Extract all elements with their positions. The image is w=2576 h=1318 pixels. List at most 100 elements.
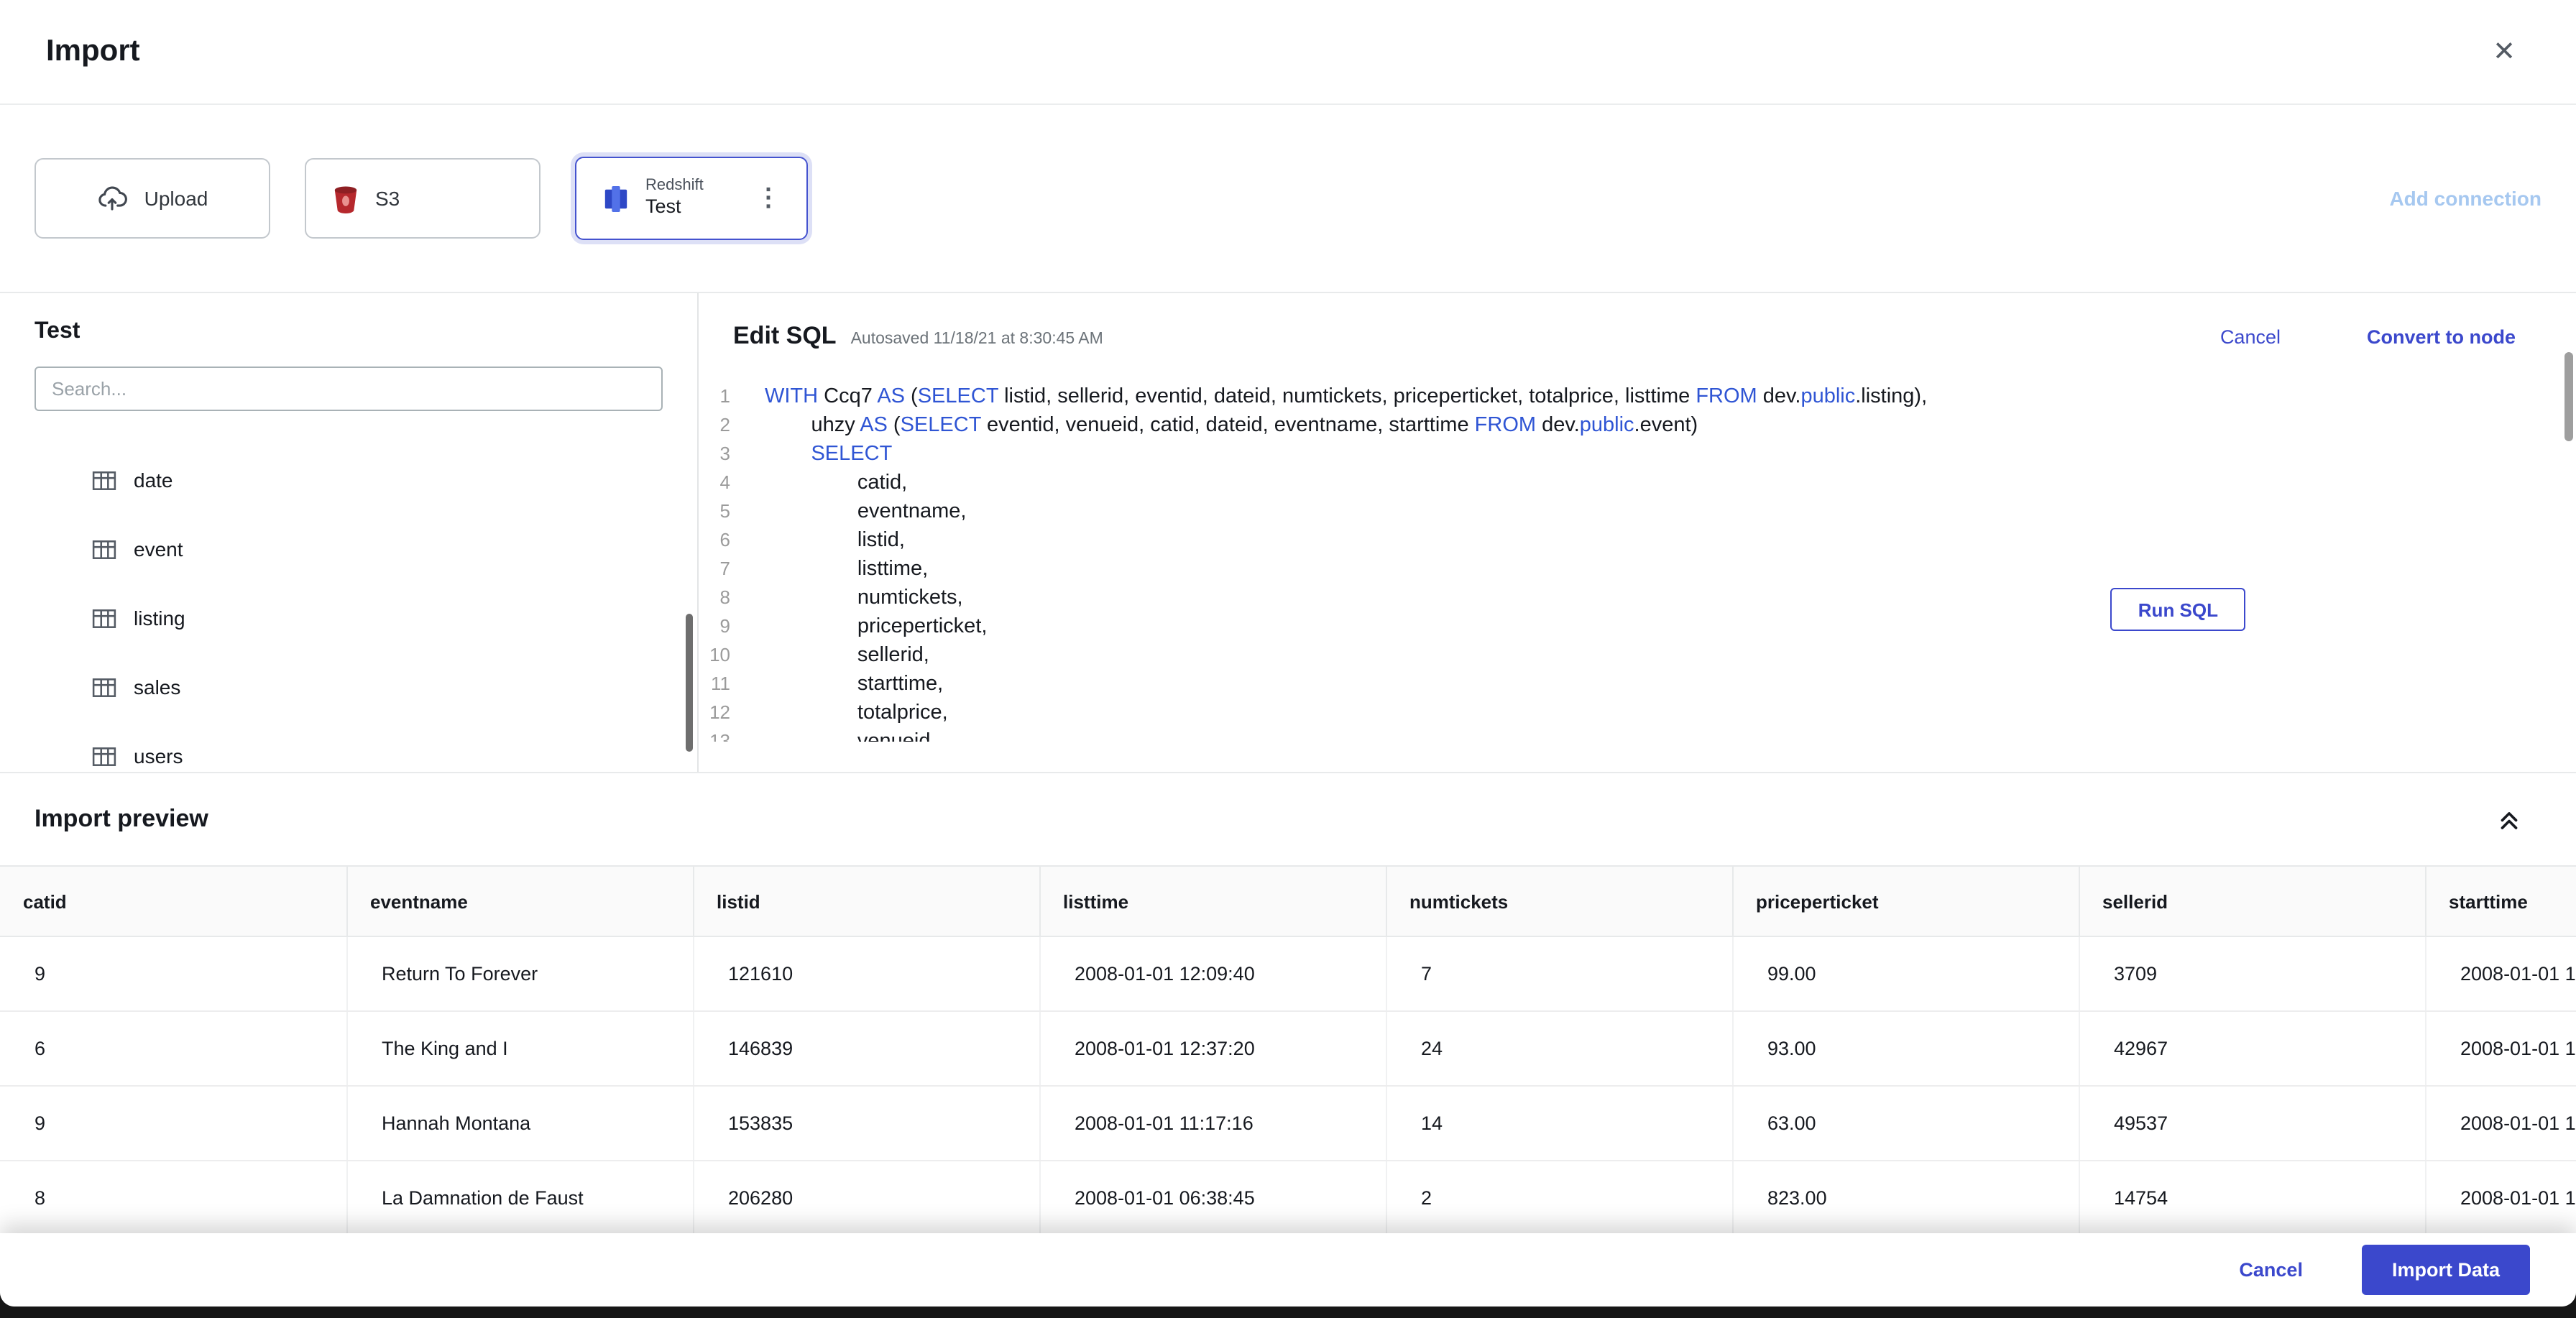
- line-number: 2: [719, 414, 730, 436]
- code-line[interactable]: catid,: [765, 469, 2576, 497]
- line-number: 5: [719, 500, 730, 522]
- code-line[interactable]: priceperticket,: [765, 612, 2576, 641]
- modal-header: Import ✕: [0, 0, 2576, 105]
- sql-cancel-link[interactable]: Cancel: [2220, 326, 2281, 348]
- tables-list: date event listing sales users: [0, 446, 697, 772]
- table-cell: 63.00: [1732, 1086, 2079, 1161]
- table-cell: 14: [1386, 1086, 1733, 1161]
- redshift-tile-text: Redshift Test: [645, 176, 704, 220]
- redshift-tile-name: Test: [645, 195, 681, 218]
- line-number: 8: [719, 586, 730, 608]
- table-cell: 49537: [2079, 1086, 2426, 1161]
- header-row: catid eventname listid listtime numtickets pr…: [0, 865, 2576, 937]
- code-line[interactable]: eventname,: [765, 497, 2576, 526]
- code-line[interactable]: venueid,: [765, 727, 2576, 742]
- code-line[interactable]: totalprice,: [765, 699, 2576, 727]
- column-header-listtime: listtime: [1039, 865, 1386, 937]
- sql-title: Edit SQL: [733, 322, 837, 349]
- table-cell: 2008-01-01 1: [2425, 1161, 2576, 1236]
- cancel-button[interactable]: Cancel: [2239, 1259, 2303, 1281]
- table-item-users[interactable]: users: [0, 722, 697, 772]
- table-cell: 3709: [2079, 936, 2426, 1012]
- sql-code-editor[interactable]: 1 2 3 4 5 6 7 8 9 10 11 12 13 WITH Ccq7 AS (SELECT l…: [699, 382, 2576, 742]
- table-name: users: [134, 745, 183, 768]
- search-input[interactable]: [34, 367, 663, 411]
- table-item-date[interactable]: date: [0, 446, 697, 515]
- preview-header: Import preview: [0, 773, 2576, 865]
- table-icon: [92, 468, 116, 492]
- redshift-icon: [602, 183, 630, 213]
- redshift-tile[interactable]: Redshift Test ⋮: [575, 157, 808, 240]
- line-number: 6: [719, 529, 730, 550]
- table-row: 9 Return To Forever 121610 2008-01-01 12:09…: [0, 936, 2576, 1012]
- table-item-event[interactable]: event: [0, 515, 697, 584]
- code-line[interactable]: listid,: [765, 526, 2576, 555]
- line-number: 10: [709, 644, 730, 665]
- editor-gutter: 1 2 3 4 5 6 7 8 9 10 11 12 13: [699, 382, 742, 742]
- modal-scrollbar[interactable]: [2564, 352, 2573, 441]
- run-sql-button[interactable]: Run SQL: [2110, 588, 2245, 631]
- table-cell: 99.00: [1732, 936, 2079, 1012]
- line-number: 12: [709, 701, 730, 723]
- preview-table-head: catid eventname listid listtime numtickets pr…: [0, 865, 2576, 937]
- modal-footer: Cancel Import Data: [0, 1233, 2576, 1307]
- line-number: 1: [719, 385, 730, 407]
- connection-name-title: Test: [34, 319, 80, 344]
- table-cell: 146839: [693, 1011, 1040, 1087]
- table-item-sales[interactable]: sales: [0, 653, 697, 722]
- table-name: sales: [134, 676, 181, 699]
- s3-tile[interactable]: S3: [305, 158, 540, 239]
- table-cell: 7: [1386, 936, 1733, 1012]
- code-line[interactable]: SELECT: [765, 440, 2576, 469]
- table-item-listing[interactable]: listing: [0, 584, 697, 653]
- table-icon: [92, 606, 116, 630]
- import-preview-section: Import preview catid eventname listid listt…: [0, 773, 2576, 1307]
- column-header-numtickets: numtickets: [1385, 865, 1733, 937]
- search-wrap: [0, 345, 697, 411]
- table-cell: 24: [1386, 1011, 1733, 1087]
- line-number: 4: [719, 471, 730, 493]
- code-line[interactable]: listtime,: [765, 555, 2576, 584]
- table-cell: 2008-01-01 1: [2425, 1086, 2576, 1161]
- code-line[interactable]: WITH Ccq7 AS (SELECT listid, sellerid, e…: [765, 382, 2576, 411]
- kebab-menu-icon[interactable]: ⋮: [736, 184, 781, 213]
- code-line[interactable]: uhzy AS (SELECT eventid, venueid, catid,…: [765, 411, 2576, 440]
- main-split: Test date event listing sales users Edit SQL…: [0, 293, 2576, 773]
- table-browser-panel: Test date event listing sales users: [0, 293, 699, 772]
- code-line[interactable]: sellerid,: [765, 641, 2576, 670]
- table-cell: 121610: [693, 936, 1040, 1012]
- editor-code[interactable]: WITH Ccq7 AS (SELECT listid, sellerid, e…: [742, 382, 2576, 742]
- column-header-sellerid: sellerid: [2078, 865, 2426, 937]
- table-cell: 2008-01-01 1: [2425, 936, 2576, 1012]
- modal: Import ✕ Upload S3 Redshift Test ⋮ Add c…: [0, 0, 2576, 1307]
- code-line[interactable]: numtickets,: [765, 584, 2576, 612]
- preview-table-body: 9 Return To Forever 121610 2008-01-01 12:09…: [0, 936, 2576, 1236]
- collapse-section-icon[interactable]: [2497, 807, 2521, 831]
- table-cell: 2008-01-01 12:09:40: [1039, 936, 1386, 1012]
- table-cell: 42967: [2079, 1011, 2426, 1087]
- table-row: 8 La Damnation de Faust 206280 2008-01-01 0…: [0, 1161, 2576, 1236]
- code-line[interactable]: starttime,: [765, 670, 2576, 699]
- close-icon[interactable]: ✕: [2478, 29, 2530, 74]
- table-cell: Hannah Montana: [346, 1086, 694, 1161]
- table-name: date: [134, 469, 173, 492]
- line-number: 3: [719, 443, 730, 464]
- upload-tile[interactable]: Upload: [34, 158, 270, 239]
- table-cell: 2008-01-01 11:17:16: [1039, 1086, 1386, 1161]
- column-header-starttime: starttime: [2424, 865, 2576, 937]
- sql-actions: Cancel Convert to node: [2220, 326, 2516, 348]
- table-row: 6 The King and I 146839 2008-01-01 12:37:20…: [0, 1011, 2576, 1087]
- upload-tile-label: Upload: [144, 187, 208, 210]
- convert-to-node-link[interactable]: Convert to node: [2367, 326, 2516, 348]
- preview-title: Import preview: [34, 805, 208, 832]
- connections-row: Upload S3 Redshift Test ⋮ Add connection: [0, 105, 2576, 293]
- import-data-button[interactable]: Import Data: [2361, 1245, 2530, 1295]
- add-connection-link[interactable]: Add connection: [2389, 187, 2542, 210]
- upload-cloud-icon: [97, 183, 129, 214]
- s3-tile-label: S3: [375, 187, 400, 210]
- table-cell: 93.00: [1732, 1011, 2079, 1087]
- table-cell: La Damnation de Faust: [346, 1161, 694, 1236]
- sql-header: Edit SQL Autosaved 11/18/21 at 8:30:45 A…: [699, 322, 2576, 351]
- table-name: listing: [134, 607, 185, 630]
- table-list-scrollbar[interactable]: [686, 614, 693, 752]
